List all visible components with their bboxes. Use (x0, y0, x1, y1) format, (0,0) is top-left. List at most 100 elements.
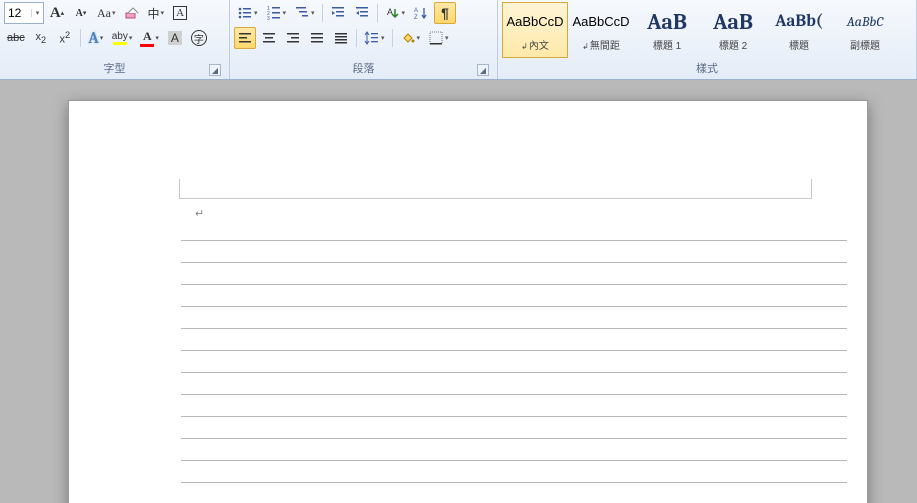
style-heading-1[interactable]: AaB 標題 1 (634, 2, 700, 58)
strikethrough-button[interactable]: abc (4, 27, 28, 49)
superscript-button[interactable]: x2 (54, 27, 76, 49)
font-group: ▾ A ▴ A ▾ Aa▾ 中▾ (0, 0, 230, 79)
superscript-icon: x2 (59, 30, 70, 46)
style-sample: AaBb( (775, 9, 822, 35)
ribbon: ▾ A ▴ A ▾ Aa▾ 中▾ (0, 0, 917, 80)
style-sample: AaBbCcD (572, 9, 629, 35)
paint-bucket-icon (400, 30, 416, 46)
shading-button[interactable]: ▾ (397, 27, 424, 49)
align-right-icon (285, 30, 301, 46)
style-heading-2[interactable]: AaB 標題 2 (700, 2, 766, 58)
change-case-button[interactable]: Aa▾ (94, 2, 119, 24)
clear-formatting-button[interactable] (121, 2, 143, 24)
paragraph-group: ▾ 123▾ ▾ A▾ (230, 0, 498, 79)
decrease-indent-button[interactable] (327, 2, 349, 24)
grow-font-icon: A (50, 5, 61, 22)
styles-gallery: AaBbCcD ↲內文 AaBbCcD ↲無間距 AaB 標題 1 AaB 標題… (502, 2, 912, 58)
shrink-font-button[interactable]: A ▾ (70, 2, 92, 24)
borders-button[interactable]: ▾ (425, 27, 452, 49)
align-left-icon (237, 30, 253, 46)
align-center-button[interactable] (258, 27, 280, 49)
increase-indent-button[interactable] (351, 2, 373, 24)
sort-button[interactable]: AZ (410, 2, 432, 24)
strikethrough-icon: abc (7, 32, 25, 44)
shrink-font-icon: A (76, 8, 83, 19)
separator (80, 29, 81, 47)
change-case-icon: Aa (97, 6, 111, 21)
character-shading-button[interactable]: A (164, 27, 186, 49)
show-marks-button[interactable]: ¶ (434, 2, 456, 24)
bullets-button[interactable]: ▾ (234, 2, 261, 24)
svg-text:A: A (387, 7, 393, 17)
font-size-input[interactable] (5, 3, 31, 23)
sort-icon: AZ (413, 5, 429, 21)
enclose-icon: 字 (191, 30, 207, 46)
numbering-icon: 123 (266, 5, 282, 21)
font-color-button[interactable]: A ▾ (137, 27, 162, 49)
font-size-combo[interactable]: ▾ (4, 2, 44, 24)
numbering-button[interactable]: 123▾ (263, 2, 290, 24)
style-label: ↲內文 (521, 37, 549, 52)
line-spacing-button[interactable]: ▾ (361, 27, 388, 49)
separator (392, 29, 393, 47)
text-effects-button[interactable]: A▾ (85, 27, 107, 49)
subscript-button[interactable]: x2 (30, 27, 52, 49)
multilevel-icon (294, 5, 310, 21)
text-direction-button[interactable]: A▾ (382, 2, 409, 24)
separator (322, 4, 323, 22)
phonetic-guide-button[interactable]: 中▾ (145, 2, 168, 24)
align-justify-button[interactable] (306, 27, 328, 49)
style-label: ↲無間距 (582, 37, 620, 52)
font-color-icon: A (140, 29, 154, 47)
style-normal[interactable]: AaBbCcD ↲內文 (502, 2, 568, 58)
style-title[interactable]: AaBb( 標題 (766, 2, 832, 58)
separator (356, 29, 357, 47)
style-label: 標題 1 (653, 37, 681, 52)
eraser-icon (124, 5, 140, 21)
char-border-icon: A (173, 6, 187, 20)
multilevel-list-button[interactable]: ▾ (291, 2, 318, 24)
borders-icon (428, 30, 444, 46)
highlight-icon: aby (112, 31, 128, 45)
styles-group: AaBbCcD ↲內文 AaBbCcD ↲無間距 AaB 標題 1 AaB 標題… (498, 0, 917, 79)
char-shading-icon: A (168, 31, 182, 45)
align-left-button[interactable] (234, 27, 256, 49)
align-distributed-button[interactable] (330, 27, 352, 49)
styles-group-label: 樣式 (502, 58, 912, 79)
style-no-spacing[interactable]: AaBbCcD ↲無間距 (568, 2, 634, 58)
style-sample: AaB (713, 9, 753, 35)
character-border-button[interactable]: A (169, 2, 191, 24)
svg-text:Z: Z (414, 15, 418, 21)
highlight-button[interactable]: aby ▾ (109, 27, 136, 49)
font-dialog-launcher[interactable]: ◢ (209, 64, 221, 76)
font-rows: ▾ A ▴ A ▾ Aa▾ 中▾ (4, 2, 225, 49)
document-page[interactable]: ↵ (68, 100, 868, 503)
enclose-characters-button[interactable]: 字 (188, 27, 210, 49)
margin-guide (179, 179, 812, 199)
style-sample: AaBbC (847, 9, 884, 35)
align-distributed-icon (333, 30, 349, 46)
workspace: ↵ (0, 80, 917, 503)
style-sample: AaBbCcD (506, 9, 563, 35)
style-subtitle[interactable]: AaBbC 副標題 (832, 2, 898, 58)
align-right-button[interactable] (282, 27, 304, 49)
subscript-icon: x2 (35, 31, 46, 45)
grow-font-button[interactable]: A ▴ (46, 2, 68, 24)
svg-text:A: A (414, 8, 418, 14)
style-label: 副標題 (850, 37, 880, 52)
font-size-dropdown-icon[interactable]: ▾ (31, 9, 43, 17)
svg-text:3: 3 (267, 16, 270, 21)
text-direction-icon: A (385, 5, 401, 21)
font-group-label: 字型 ◢ (4, 58, 225, 79)
pilcrow-icon: ¶ (441, 5, 449, 21)
style-label: 標題 2 (719, 37, 747, 52)
paragraph-dialog-launcher[interactable]: ◢ (477, 64, 489, 76)
style-label: 標題 (789, 37, 809, 52)
outdent-icon (330, 5, 346, 21)
style-sample: AaB (647, 9, 687, 35)
paragraph-group-label: 段落 ◢ (234, 58, 493, 79)
text-effects-icon: A (88, 29, 98, 47)
indent-icon (354, 5, 370, 21)
align-center-icon (261, 30, 277, 46)
ruled-lines (181, 219, 847, 503)
